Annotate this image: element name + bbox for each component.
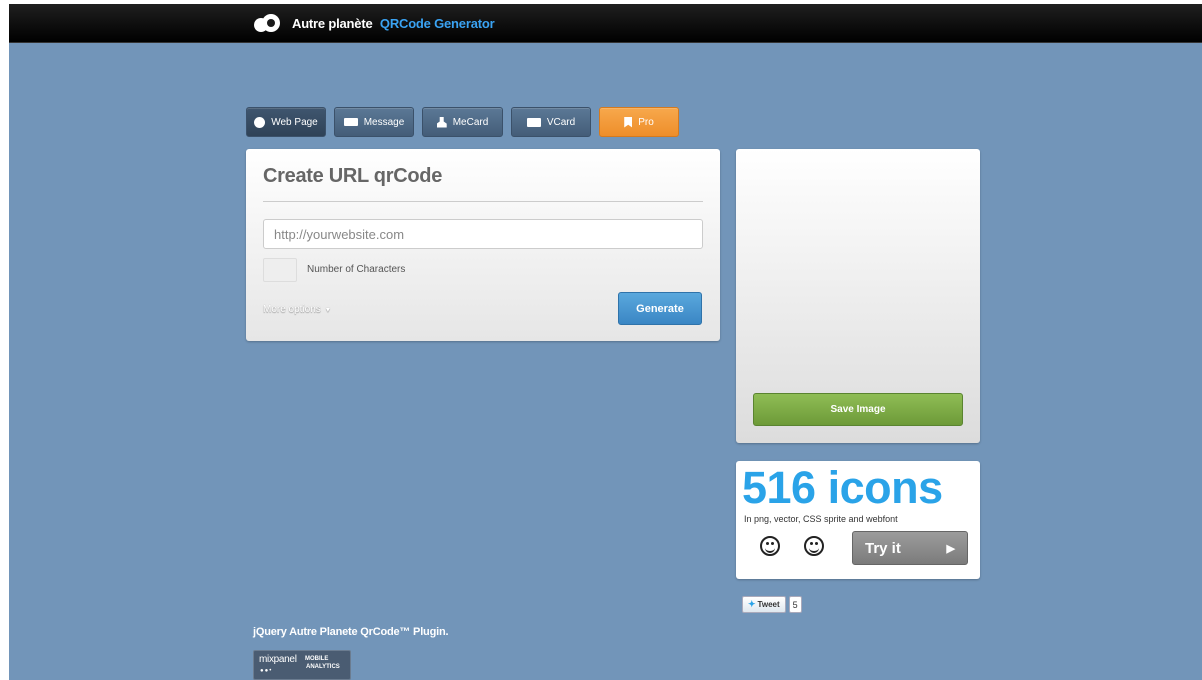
smiley-icon	[760, 536, 780, 556]
tab-label: Message	[363, 116, 405, 128]
qr-preview-panel: Save Image	[736, 149, 980, 443]
tweet-widget: ✦ Tweet 5	[742, 596, 802, 613]
try-it-button[interactable]: Try it ▶	[852, 531, 968, 565]
tab-label: MeCard	[452, 116, 489, 128]
brand-accent: QRCode Generator	[379, 15, 495, 31]
divider	[263, 201, 703, 202]
save-image-button[interactable]: Save Image	[753, 393, 963, 426]
message-icon	[343, 118, 358, 126]
tweet-count: 5	[788, 596, 802, 613]
url-input[interactable]	[263, 219, 703, 249]
ad-title: 516 icons	[742, 462, 943, 513]
user-icon	[436, 116, 447, 128]
chevron-down-icon: ▾	[325, 305, 330, 314]
brand-prefix: Autre planète	[292, 15, 373, 31]
icons-ad[interactable]: 516 icons In png, vector, CSS sprite and…	[736, 461, 980, 579]
form-title: Create URL qrCode	[263, 165, 443, 187]
generate-button[interactable]: Generate	[618, 292, 702, 325]
mixpanel-analytics: ANALYTICS	[306, 664, 340, 670]
type-tabs: Web Page Message MeCard VCard Pro	[246, 107, 679, 137]
brand[interactable]: Autre planète QRCode Generator	[254, 11, 495, 35]
try-it-label: Try it	[865, 539, 901, 557]
tweet-label: Tweet	[757, 600, 780, 609]
tab-label: Web Page	[271, 116, 318, 128]
tweet-button[interactable]: ✦ Tweet	[742, 596, 786, 613]
bookmark-icon	[624, 116, 633, 128]
tab-label: VCard	[546, 116, 576, 128]
tab-message[interactable]: Message	[334, 107, 414, 137]
more-options-toggle[interactable]: More options ▾	[263, 304, 330, 315]
mixpanel-mobile: MOBILE	[305, 656, 329, 662]
globe-icon	[254, 116, 266, 128]
char-count-label: Number of Characters	[307, 264, 406, 275]
tab-pro[interactable]: Pro	[599, 107, 679, 137]
app-frame: Autre planète QRCode Generator Web Page …	[9, 4, 1202, 680]
tab-mecard[interactable]: MeCard	[422, 107, 503, 137]
plugin-link[interactable]: jQuery Autre Planete QrCode™ Plugin.	[253, 626, 449, 638]
tab-label: Pro	[638, 116, 654, 128]
wink-smiley-icon	[804, 536, 824, 556]
play-arrow-icon: ▶	[946, 542, 955, 555]
vcard-icon	[526, 117, 541, 127]
ad-subtitle: In png, vector, CSS sprite and webfont	[744, 514, 898, 524]
tab-web-page[interactable]: Web Page	[246, 107, 326, 137]
mixpanel-dots-icon: ●●•	[260, 668, 273, 674]
mixpanel-badge[interactable]: mixpanel MOBILE ANALYTICS ●●•	[253, 650, 351, 680]
twitter-bird-icon: ✦	[748, 599, 756, 609]
planet-logo-icon	[254, 13, 282, 33]
tab-vcard[interactable]: VCard	[511, 107, 591, 137]
char-count-box	[263, 258, 297, 282]
brand-title: Autre planète QRCode Generator	[292, 15, 495, 31]
more-options-label: More options	[263, 304, 321, 315]
top-bar: Autre planète QRCode Generator	[9, 4, 1202, 43]
create-form-panel: Create URL qrCode Number of Characters M…	[246, 149, 720, 341]
